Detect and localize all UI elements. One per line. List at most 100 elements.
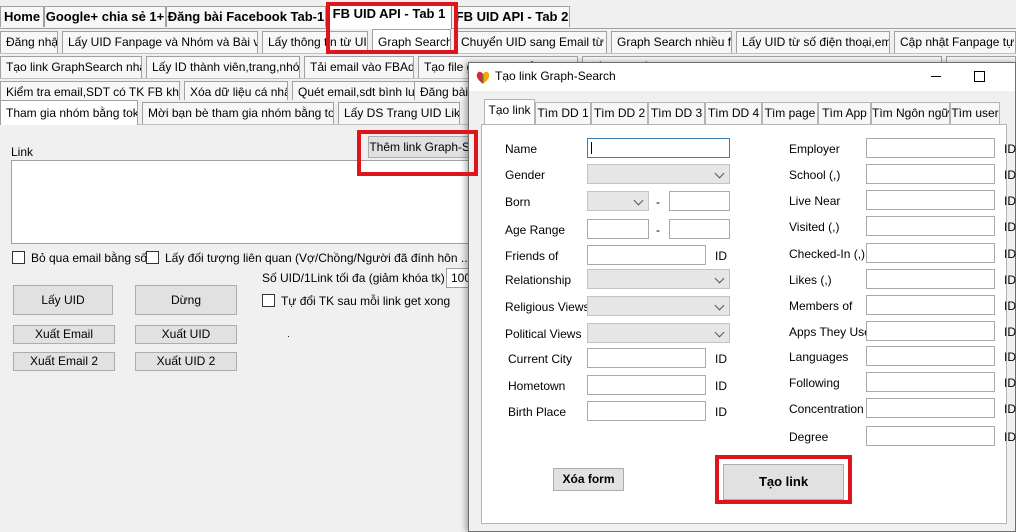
- dtab-user[interactable]: Tìm user: [950, 102, 1000, 124]
- tab-graph-search[interactable]: Graph Search: [372, 29, 451, 54]
- birth-place-label: Birth Place: [508, 405, 567, 419]
- tab-fb-uid-api-1[interactable]: FB UID API - Tab 1: [326, 3, 452, 29]
- dtab-language[interactable]: Tìm Ngôn ngữ: [871, 102, 950, 124]
- following-input[interactable]: [866, 372, 995, 392]
- political-select[interactable]: [587, 323, 730, 343]
- likes-label: Likes (,): [789, 273, 832, 287]
- visited-label: Visited (,): [789, 220, 840, 234]
- birth-place-input[interactable]: [587, 401, 706, 421]
- degree-input[interactable]: [866, 426, 995, 446]
- concentration-id: ID: [1004, 402, 1016, 416]
- birth-place-id: ID: [715, 405, 727, 419]
- tab-fb-uid-api-2[interactable]: FB UID API - Tab 2: [454, 6, 570, 27]
- dtab-page[interactable]: Tìm page: [762, 102, 818, 124]
- related-checkbox[interactable]: [146, 251, 159, 264]
- born-select[interactable]: [587, 191, 649, 211]
- skip-email-checkbox[interactable]: [12, 251, 25, 264]
- political-label: Political Views: [505, 327, 582, 341]
- apps-input[interactable]: [866, 321, 995, 341]
- languages-input[interactable]: [866, 346, 995, 366]
- dtab-dd3[interactable]: Tìm DD 3: [648, 102, 705, 124]
- tab-get-uid-fanpage[interactable]: Lấy UID Fanpage và Nhóm và Bài viết: [62, 31, 258, 53]
- age-from-input[interactable]: [587, 219, 649, 239]
- tab-uid-to-email[interactable]: Chuyển UID sang Email từ File: [455, 31, 607, 53]
- religious-label: Religious Views: [505, 300, 590, 314]
- name-label: Name: [505, 142, 538, 156]
- hometown-input[interactable]: [587, 375, 706, 395]
- link-textarea[interactable]: [11, 160, 471, 244]
- export-uid-button[interactable]: Xuất UID: [135, 325, 237, 344]
- tab-join-group-token[interactable]: Tham gia nhóm bằng token: [0, 100, 138, 125]
- likes-input[interactable]: [866, 269, 995, 289]
- dialog-title: Tạo link Graph-Search: [495, 69, 616, 83]
- religious-select[interactable]: [587, 296, 730, 316]
- school-label: School (,): [789, 168, 841, 182]
- dtab-dd4[interactable]: Tìm DD 4: [705, 102, 762, 124]
- dialog-titlebar: Tạo link Graph-Search: [469, 63, 1015, 91]
- live-near-input[interactable]: [866, 190, 995, 210]
- tab-google-share[interactable]: Google+ chia sẻ 1+: [44, 6, 166, 27]
- tab-quick-graph-link[interactable]: Tạo link GraphSearch nhanh: [0, 56, 142, 78]
- export-email2-button[interactable]: Xuất Email 2: [13, 352, 115, 371]
- following-id: ID: [1004, 376, 1016, 390]
- following-label: Following: [789, 376, 840, 390]
- clear-form-button[interactable]: Xóa form: [553, 468, 624, 491]
- tab-uid-from-phone[interactable]: Lấy UID từ số điện thoại,email: [736, 31, 890, 53]
- tab-update-fanpage[interactable]: Cập nhật Fanpage tự độ: [894, 31, 1016, 53]
- export-email-button[interactable]: Xuất Email: [13, 325, 115, 344]
- age-to-input[interactable]: [669, 219, 730, 239]
- dtab-dd2[interactable]: Tìm DD 2: [591, 102, 648, 124]
- members-of-label: Members of: [789, 299, 853, 313]
- hometown-label: Hometown: [508, 379, 566, 393]
- minimize-button[interactable]: [931, 76, 941, 77]
- auto-switch-checkbox[interactable]: [262, 294, 275, 307]
- auto-switch-label: Tự đổi TK sau mỗi link get xong: [281, 294, 451, 308]
- age-dash: -: [656, 223, 660, 237]
- tab-invite-friends[interactable]: Mời bạn bè tham gia nhóm bằng token: [142, 102, 334, 124]
- visited-input[interactable]: [866, 216, 995, 236]
- link-label: Link: [11, 145, 34, 159]
- friends-of-input[interactable]: [587, 245, 706, 265]
- friends-of-id: ID: [715, 249, 727, 263]
- get-uid-button[interactable]: Lấy UID: [13, 285, 113, 315]
- apps-label: Apps They Use: [789, 325, 871, 339]
- sub-tab-row-1: Đăng nhập Lấy UID Fanpage và Nhóm và Bài…: [0, 29, 1016, 54]
- tab-get-info-uid[interactable]: Lấy thông tin từ UID: [262, 31, 368, 53]
- export-uid2-button[interactable]: Xuất UID 2: [135, 352, 237, 371]
- checked-in-input[interactable]: [866, 243, 995, 263]
- dtab-create-link[interactable]: Tạo link: [484, 99, 535, 125]
- languages-id: ID: [1004, 350, 1016, 364]
- age-range-label: Age Range: [505, 223, 566, 237]
- stop-button[interactable]: Dừng: [135, 285, 237, 315]
- tab-email-fbads[interactable]: Tải email vào FBAds: [304, 56, 414, 78]
- apps-id: ID: [1004, 325, 1016, 339]
- tab-home[interactable]: Home: [0, 6, 44, 27]
- main-tab-bar: Home Google+ chia sẻ 1+ Đăng bài Faceboo…: [0, 0, 1016, 29]
- dtab-dd1[interactable]: Tìm DD 1: [535, 102, 591, 124]
- tab-login[interactable]: Đăng nhập: [0, 31, 58, 53]
- members-of-input[interactable]: [866, 295, 995, 315]
- checked-in-label: Checked-In (,): [789, 247, 866, 261]
- born-to-input[interactable]: [669, 191, 730, 211]
- relationship-select[interactable]: [587, 269, 730, 289]
- school-input[interactable]: [866, 164, 995, 184]
- gender-select[interactable]: [587, 164, 730, 184]
- current-city-input[interactable]: [587, 348, 706, 368]
- employer-input[interactable]: [866, 138, 995, 158]
- maximize-button[interactable]: [974, 71, 985, 82]
- create-link-button[interactable]: Tạo link: [723, 464, 844, 500]
- visited-id: ID: [1004, 220, 1016, 234]
- tab-get-member-id[interactable]: Lấy ID thành viên,trang,nhóm: [146, 56, 300, 78]
- name-input[interactable]: [587, 138, 730, 158]
- tab-graph-search-files[interactable]: Graph Search nhiều file: [611, 31, 732, 53]
- tab-page-like-uid[interactable]: Lấy DS Trang UID Like: [338, 102, 460, 124]
- friends-of-label: Friends of: [505, 249, 559, 263]
- hometown-id: ID: [715, 379, 727, 393]
- concentration-input[interactable]: [866, 398, 995, 418]
- employer-id: ID: [1004, 142, 1016, 156]
- relationship-label: Relationship: [505, 273, 572, 287]
- tab-facebook-post[interactable]: Đăng bài Facebook Tab-1: [166, 6, 326, 27]
- current-city-id: ID: [715, 352, 727, 366]
- dtab-app[interactable]: Tìm App: [818, 102, 871, 124]
- add-graph-link-button[interactable]: Thêm link Graph-Se: [368, 136, 478, 158]
